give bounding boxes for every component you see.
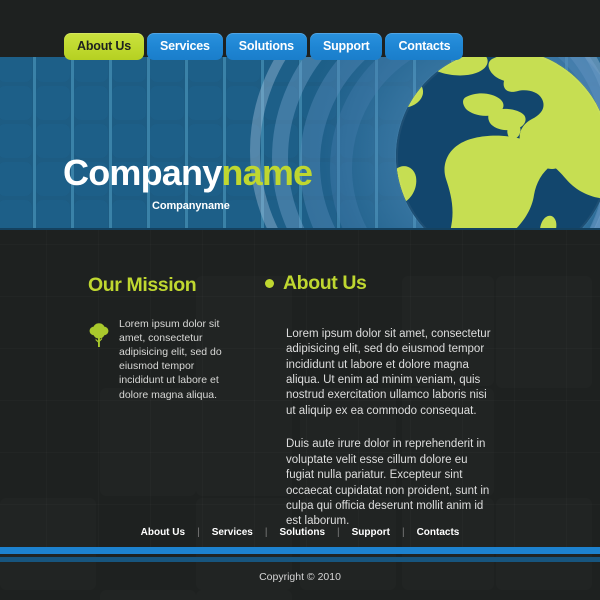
nav-item-support[interactable]: Support [309,33,383,60]
banner-tile [74,86,108,120]
footer-link-contacts[interactable]: Contacts [417,527,460,538]
footer-navigation: About Us | Services | Solutions | Support | Cont… [0,527,600,538]
banner-tile [302,200,336,230]
footer-link-solutions[interactable]: Solutions [279,527,325,538]
mission-text: Lorem ipsum dolor sit amet, consectetur … [119,317,222,401]
banner-tile [340,86,374,120]
footer-bar-primary [0,547,600,554]
banner-tile [226,200,260,230]
banner-tile [188,86,222,120]
footer-separator: | [197,527,200,538]
banner-tile [36,200,70,230]
nav-item-about-us[interactable]: About Us [64,33,144,60]
banner-bottom-rule [0,228,600,230]
section-about-us: About Us Lorem ipsum dolor sit amet, con… [265,258,515,530]
footer-bar-secondary [0,557,600,562]
footer-separator: | [401,527,405,538]
banner-tile [0,86,32,120]
background-tile [100,388,196,496]
banner-tile [0,124,32,158]
background-tile [196,590,292,600]
about-heading-row: About Us [265,258,515,310]
banner-tile [36,86,70,120]
banner-tile [264,200,298,230]
banner-tile [112,86,146,120]
banner-tile [74,200,108,230]
banner-tile [226,86,260,120]
logo-primary-text: Company [63,152,222,193]
about-heading: About Us [283,272,367,295]
banner-tile [340,200,374,230]
site-logo: Companyname [63,152,313,193]
footer-link-support[interactable]: Support [352,527,390,538]
banner-tile [0,200,32,230]
banner-tile [0,162,32,196]
mission-body: Lorem ipsum dolor sit amet, consectetur … [88,317,243,402]
tree-icon [88,322,110,348]
mission-heading: Our Mission [88,274,197,297]
about-paragraph-2: Duis aute irure dolor in reprehenderit i… [286,438,490,528]
banner-tile [302,86,336,120]
banner-tile [150,86,184,120]
globe-icon [396,57,600,230]
primary-navigation: About Us Services Solutions Support Contacts [0,33,600,61]
about-paragraph-1: Lorem ipsum dolor sit amet, consectetur … [286,327,491,417]
background-tile [100,590,196,600]
footer-separator: | [337,527,340,538]
section-our-mission: Our Mission Lorem ipsum dolor sit amet, … [88,260,243,402]
page-root: About Us Services Solutions Support Contacts [0,0,600,600]
footer-separator: | [264,527,268,538]
banner-tile [112,200,146,230]
bullet-dot-icon [265,279,274,289]
banner-tile [264,86,298,120]
nav-item-services[interactable]: Services [146,33,223,60]
hero-banner: Companyname Companyname OK [0,57,600,230]
nav-item-solutions[interactable]: Solutions [225,33,307,60]
logo-accent-text: name [221,152,313,193]
banner-tile [340,124,374,158]
copyright-text: Copyright © 2010 [259,571,341,583]
footer-link-about-us[interactable]: About Us [141,527,185,538]
site-tagline: Companyname [152,200,230,212]
banner-tile [340,162,374,196]
nav-item-contacts[interactable]: Contacts [385,33,464,60]
footer-link-services[interactable]: Services [212,527,253,538]
